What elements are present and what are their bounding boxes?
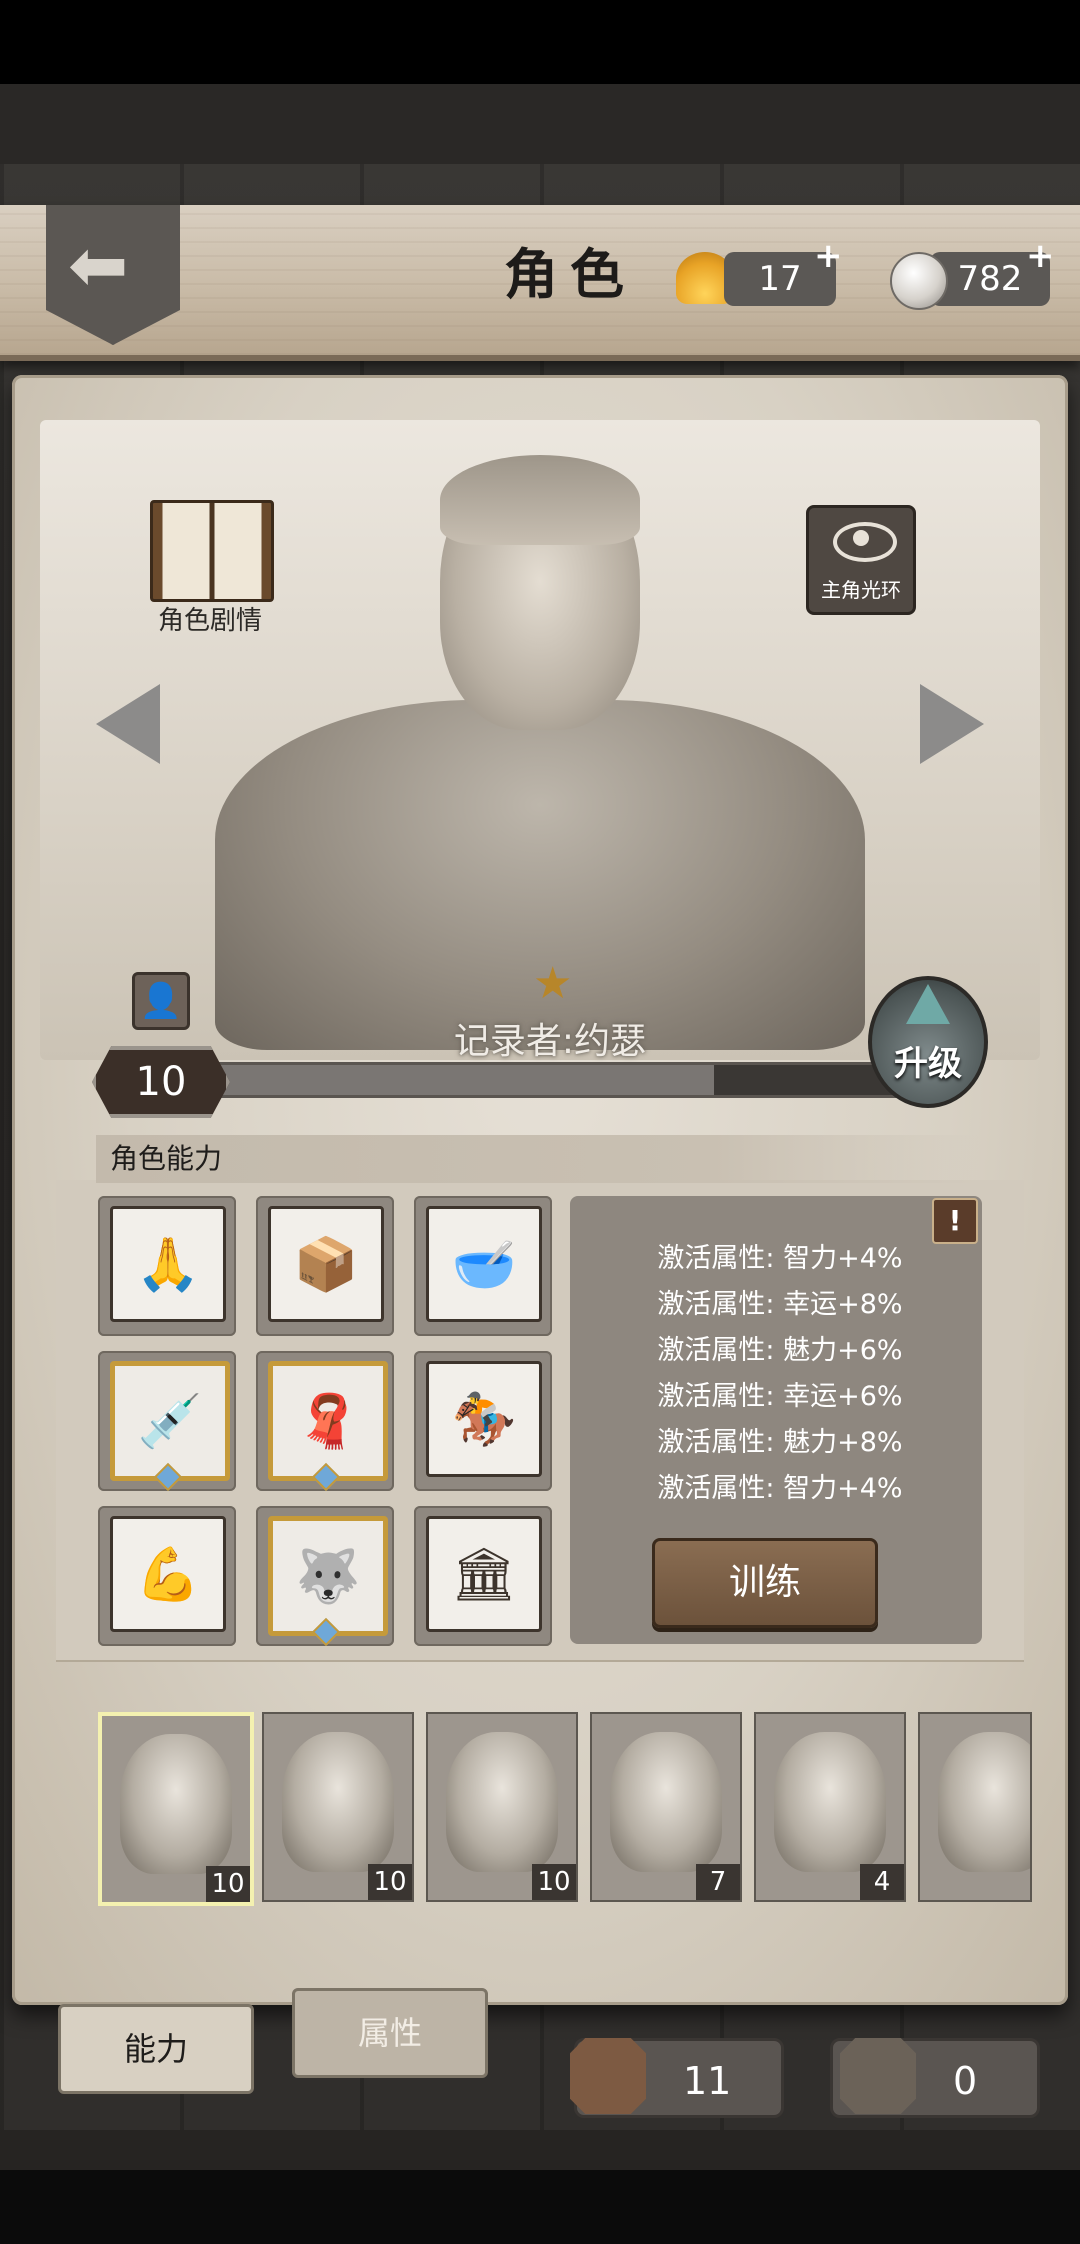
eye-pupil [853, 530, 869, 546]
ability-slot[interactable]: 🏛 [414, 1506, 552, 1646]
next-character-arrow-icon[interactable] [920, 684, 984, 764]
character-card[interactable]: 10 [262, 1712, 414, 1902]
ability-slot[interactable]: 🥣 [414, 1196, 552, 1336]
attribute-line: 激活属性: 幸运+6% [657, 1381, 903, 1412]
tab-ability[interactable]: 能力 [58, 2004, 254, 2094]
character-thumbnail [282, 1732, 394, 1872]
prev-character-arrow-icon[interactable] [96, 684, 160, 764]
muscle-icon: 💪 [110, 1516, 226, 1632]
character-thumbnail [610, 1732, 722, 1872]
story-label[interactable]: 角色剧情 [130, 600, 290, 637]
aura-label: 主角光环 [821, 578, 901, 602]
system-nav-area [0, 2170, 1080, 2244]
scarf-icon: 🧣 [268, 1361, 388, 1481]
coin-icon [890, 252, 948, 310]
character-level-badge: 4 [860, 1864, 904, 1900]
character-level-badge: 10 [206, 1866, 250, 1902]
shell-add-button[interactable]: + [814, 236, 843, 276]
praying-hands-icon: 🙏 [110, 1206, 226, 1322]
character-card[interactable]: 7 [590, 1712, 742, 1902]
tab-attribute[interactable]: 属性 [292, 1988, 488, 2078]
level-progress-bar [200, 1062, 906, 1098]
character-puzzle-icon [840, 2038, 916, 2114]
train-button[interactable]: 训练 [652, 1538, 878, 1628]
attribute-line: 激活属性: 智力+4% [657, 1243, 903, 1274]
character-card[interactable]: 10 [426, 1712, 578, 1902]
page-title: 角色 [504, 243, 636, 306]
character-card[interactable] [918, 1712, 1032, 1902]
attribute-line: 激活属性: 魅力+8% [657, 1427, 903, 1458]
ability-slot[interactable]: 🧣 [256, 1351, 394, 1492]
back-arrow-icon: ⬅ [68, 223, 129, 307]
coin-add-button[interactable]: + [1026, 236, 1055, 276]
upgrade-button[interactable]: 升级 [868, 976, 988, 1108]
ability-slot[interactable]: 🏇 [414, 1351, 552, 1491]
attribute-line: 激活属性: 幸运+8% [657, 1289, 903, 1320]
attribute-line: 激活属性: 魅力+6% [657, 1335, 903, 1366]
character-level-badge: 10 [532, 1864, 576, 1900]
level-progress-fill [203, 1065, 714, 1095]
character-card[interactable]: 4 [754, 1712, 906, 1902]
story-book-icon[interactable] [150, 500, 274, 602]
syringe-icon: 💉 [110, 1361, 230, 1481]
bottom-wood-bar [0, 2130, 1080, 2170]
bank-icon: 🏛 [426, 1516, 542, 1632]
person-icon[interactable]: 👤 [132, 972, 190, 1030]
ability-slot[interactable]: 🙏 [98, 1196, 236, 1336]
rider-icon: 🏇 [426, 1361, 542, 1477]
wolf-icon: 🐺 [268, 1516, 388, 1636]
character-thumbnail [446, 1732, 558, 1872]
level-badge: 10 [92, 1046, 230, 1118]
upgrade-label: 升级 [894, 1044, 962, 1084]
ability-slot[interactable]: 💪 [98, 1506, 236, 1646]
ability-slot[interactable]: 💉 [98, 1351, 236, 1492]
character-thumbnail [774, 1732, 886, 1872]
character-thumbnail [120, 1734, 232, 1874]
protagonist-aura-button[interactable]: 主角光环 [806, 505, 916, 615]
up-arrow-icon [906, 984, 950, 1024]
abilities-section-title: 角色能力 [96, 1135, 980, 1183]
top-wood-band [0, 84, 1080, 164]
star-icon: ★ [533, 958, 573, 1009]
ability-slot[interactable]: 🐺 [256, 1506, 394, 1647]
puzzle-piece-icon [570, 2038, 646, 2114]
ability-slot[interactable]: 📦 [256, 1196, 394, 1336]
character-card[interactable]: 10 [98, 1712, 254, 1906]
character-thumbnail [938, 1732, 1030, 1872]
bowl-icon: 🥣 [426, 1206, 542, 1322]
character-level-badge: 7 [696, 1864, 740, 1900]
character-name: 记录者:约瑟 [453, 1021, 647, 1062]
attribute-line: 激活属性: 智力+4% [657, 1473, 903, 1504]
character-portrait-hair [440, 455, 640, 545]
carry-box-icon: 📦 [268, 1206, 384, 1322]
character-level-badge: 10 [368, 1864, 412, 1900]
